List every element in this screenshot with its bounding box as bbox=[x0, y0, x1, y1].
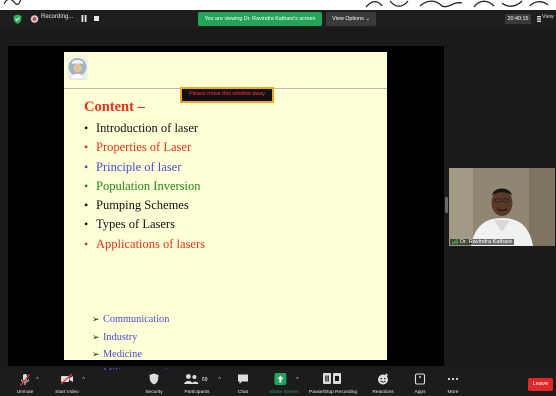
shield-icon[interactable] bbox=[13, 14, 22, 24]
participant-video-icon bbox=[449, 168, 555, 246]
meeting-toolbar: ^ Unmute ^ Start Video Security 69 ^ Par… bbox=[0, 370, 556, 396]
sub-list-item: ➢ Communication bbox=[92, 314, 178, 332]
list-item: • Properties of Laser bbox=[84, 140, 205, 159]
participants-icon bbox=[184, 374, 199, 384]
bullet-icon: • bbox=[84, 217, 89, 232]
apps-label: Apps bbox=[414, 390, 426, 395]
recording-label: Recording... bbox=[41, 14, 74, 20]
presentation-slide: Please move this window away Content – •… bbox=[64, 52, 387, 378]
participant-name: Dr. Ravindra Kathare bbox=[460, 239, 513, 245]
pause-stop-icon bbox=[323, 373, 341, 384]
leave-button[interactable]: Leave bbox=[528, 378, 553, 391]
gallery-resize-handle[interactable] bbox=[445, 197, 448, 213]
bullet-icon: • bbox=[84, 121, 89, 135]
apps-icon bbox=[414, 373, 426, 385]
list-item: • Applications of lasers bbox=[84, 237, 205, 256]
list-item-text: Principle of laser bbox=[96, 159, 182, 174]
list-item-text: Applications of lasers bbox=[96, 236, 206, 251]
bullet-icon: • bbox=[84, 198, 89, 213]
chevron-down-icon: ⌄ bbox=[365, 16, 370, 22]
meeting-top-bar: Recording... You are viewing Dr. Ravindr… bbox=[0, 10, 556, 28]
share-screen-button[interactable]: ^ Share Screen bbox=[266, 370, 302, 396]
list-item-text: Properties of Laser bbox=[96, 140, 192, 155]
view-options-button[interactable]: View Options ⌄ bbox=[326, 12, 376, 26]
list-item: • Principle of laser bbox=[84, 160, 205, 179]
handwriting-strip bbox=[0, 0, 556, 10]
arrow-bullet-icon: ➢ bbox=[92, 314, 100, 324]
arrow-bullet-icon: ➢ bbox=[92, 349, 100, 360]
microphone-muted-icon bbox=[19, 374, 31, 386]
participant-count: 69 bbox=[202, 377, 208, 383]
unmute-caret-icon[interactable]: ^ bbox=[36, 377, 39, 383]
more-button[interactable]: More bbox=[440, 370, 466, 396]
portrait-logo-icon bbox=[67, 55, 88, 80]
share-screen-caret-icon[interactable]: ^ bbox=[296, 377, 299, 383]
bullet-icon: • bbox=[84, 140, 89, 155]
sub-list-item-text: Communication bbox=[103, 314, 170, 325]
list-item-text: Introduction of laser bbox=[96, 121, 199, 135]
participants-label: Participants bbox=[184, 390, 210, 395]
viewing-screen-banner: You are viewing Dr. Ravindra Kathare's s… bbox=[198, 12, 322, 26]
list-item-text: Pumping Schemes bbox=[96, 198, 189, 213]
pause-stop-recording-label: Pause/Stop Recording bbox=[309, 390, 357, 395]
start-video-button[interactable]: ^ Start Video bbox=[50, 370, 85, 396]
share-screen-arrow-icon bbox=[274, 373, 287, 385]
pause-recording-icon[interactable] bbox=[81, 15, 87, 22]
move-window-notice[interactable]: Please move this window away bbox=[180, 87, 274, 103]
handwriting-scribble-icon bbox=[365, 0, 549, 8]
more-label: More bbox=[447, 390, 459, 395]
participants-button[interactable]: 69 ^ Participants bbox=[180, 370, 221, 396]
reactions-label: Reactions bbox=[372, 390, 394, 395]
list-item: • Population Inversion bbox=[84, 179, 205, 198]
pause-stop-recording-button[interactable]: Pause/Stop Recording bbox=[309, 370, 357, 396]
view-options-label: View Options bbox=[332, 16, 364, 22]
participants-caret-icon[interactable]: ^ bbox=[218, 377, 221, 383]
list-item-text: Population Inversion bbox=[96, 178, 201, 193]
view-button[interactable]: View bbox=[542, 14, 554, 20]
security-label: Security bbox=[145, 390, 163, 395]
security-button[interactable]: Security bbox=[141, 370, 167, 396]
list-item: • Pumping Schemes bbox=[84, 198, 205, 217]
share-screen-label: Share Screen bbox=[269, 390, 299, 395]
arrow-bullet-icon: ➢ bbox=[92, 331, 100, 342]
chat-bubble-icon bbox=[238, 374, 248, 384]
recording-icon bbox=[30, 15, 39, 23]
signal-strength-icon bbox=[452, 239, 458, 244]
unmute-button[interactable]: ^ Unmute bbox=[10, 370, 40, 396]
video-camera-off-icon bbox=[60, 373, 73, 385]
bullet-icon: • bbox=[84, 178, 89, 193]
meeting-clock: 20:40:15 bbox=[505, 14, 531, 24]
bullet-icon: • bbox=[84, 236, 89, 251]
more-dots-icon bbox=[447, 377, 459, 381]
bullet-icon: • bbox=[84, 159, 89, 174]
list-item: • Introduction of laser bbox=[84, 121, 205, 140]
handwriting-scribble-icon bbox=[3, 0, 22, 5]
sub-list-item-text: Industry bbox=[103, 331, 138, 343]
list-item-text: Types of Lasers bbox=[96, 217, 175, 232]
unmute-label: Unmute bbox=[16, 390, 34, 395]
shield-icon bbox=[149, 373, 159, 385]
reactions-smiley-icon bbox=[378, 373, 388, 385]
start-video-label: Start Video bbox=[55, 390, 79, 395]
view-grid-icon[interactable] bbox=[537, 16, 541, 22]
stop-recording-icon[interactable] bbox=[94, 16, 99, 21]
slide-heading: Content – bbox=[84, 99, 145, 115]
apps-button[interactable]: Apps bbox=[407, 370, 433, 396]
sub-list-item: ➢ Industry bbox=[92, 332, 178, 350]
content-list: • Introduction of laser • Properties of La… bbox=[84, 121, 205, 256]
participant-name-tag: Dr. Ravindra Kathare bbox=[450, 239, 515, 245]
chat-button[interactable]: Chat bbox=[230, 370, 256, 396]
reactions-button[interactable]: Reactions bbox=[366, 370, 400, 396]
start-video-caret-icon[interactable]: ^ bbox=[82, 377, 85, 383]
list-item: • Types of Lasers bbox=[84, 217, 205, 236]
participant-video-tile[interactable]: Dr. Ravindra Kathare bbox=[449, 168, 555, 246]
sub-list-item: ➢ Medicine bbox=[92, 349, 178, 367]
sub-list-item-text: Medicine bbox=[103, 349, 142, 361]
chat-label: Chat bbox=[237, 390, 249, 395]
